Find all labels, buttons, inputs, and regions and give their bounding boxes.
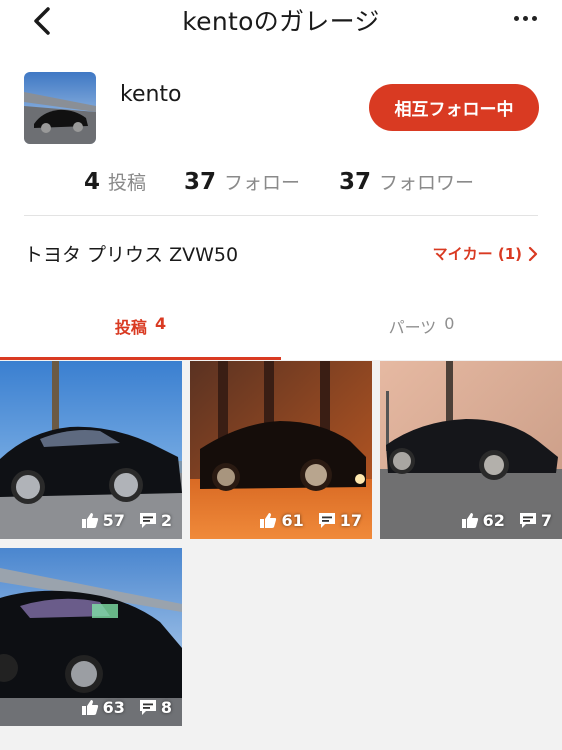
comment-icon (318, 513, 335, 528)
tab-posts-label: 投稿 (114, 318, 147, 337)
post-tile[interactable]: 62 7 (380, 361, 562, 539)
following-stat[interactable]: 37 フォロー (184, 168, 300, 195)
mutual-follow-button[interactable]: 相互フォロー中 (369, 84, 539, 131)
thumbs-up-icon (260, 513, 277, 528)
mycar-label: マイカー (1) (432, 245, 522, 263)
chevron-right-icon (528, 246, 538, 261)
post-stats: 57 2 (81, 511, 172, 530)
post-stats: 62 7 (461, 511, 552, 530)
comment-icon (139, 513, 156, 528)
post-tile[interactable]: 63 8 (0, 548, 182, 726)
thumbs-up-icon (81, 700, 98, 715)
divider (24, 215, 538, 216)
tab-posts[interactable]: 投稿 4 (0, 300, 281, 360)
avatar-image (24, 72, 96, 144)
tab-parts-label: パーツ (388, 318, 437, 337)
comment-icon (139, 700, 156, 715)
like-count: 63 (102, 698, 125, 717)
post-tile[interactable]: 61 17 (190, 361, 372, 539)
post-tile[interactable]: 57 2 (0, 361, 182, 539)
comment-count: 7 (540, 511, 552, 530)
comment-count: 2 (160, 511, 172, 530)
comment-count: 8 (160, 698, 172, 717)
mycar-link[interactable]: マイカー (1) (433, 243, 538, 264)
more-options-button[interactable] (510, 9, 540, 27)
tab-parts-count: 0 (444, 314, 455, 333)
username: kento (120, 82, 182, 107)
following-label: フォロー (224, 172, 301, 194)
top-bar: kentoのガレージ (0, 0, 562, 44)
following-count: 37 (184, 169, 217, 195)
posts-stat[interactable]: 4 投稿 (84, 168, 146, 195)
like-count: 61 (281, 511, 304, 530)
car-row: トヨタ プリウス ZVW50 マイカー (1) (0, 236, 562, 272)
tab-parts[interactable]: パーツ 0 (281, 300, 562, 360)
thumbs-up-icon (461, 513, 478, 528)
posts-count: 4 (84, 169, 101, 195)
avatar[interactable] (24, 72, 96, 144)
profile-stats: 4 投稿 37 フォロー 37 フォロワー (0, 168, 562, 204)
posts-label: 投稿 (108, 172, 147, 194)
car-name: トヨタ プリウス ZVW50 (24, 244, 239, 266)
post-stats: 61 17 (259, 511, 362, 530)
post-stats: 63 8 (81, 698, 172, 717)
page-title: kentoのガレージ (182, 7, 380, 36)
followers-count: 37 (339, 169, 372, 195)
thumbs-up-icon (81, 513, 98, 528)
followers-label: フォロワー (379, 172, 475, 194)
like-count: 57 (102, 511, 125, 530)
tab-bar: 投稿 4 パーツ 0 (0, 300, 562, 360)
more-horizontal-icon (513, 15, 519, 21)
comment-count: 17 (339, 511, 362, 530)
like-count: 62 (482, 511, 505, 530)
comment-icon (519, 513, 536, 528)
followers-stat[interactable]: 37 フォロワー (339, 168, 474, 195)
tab-posts-count: 4 (154, 314, 167, 333)
